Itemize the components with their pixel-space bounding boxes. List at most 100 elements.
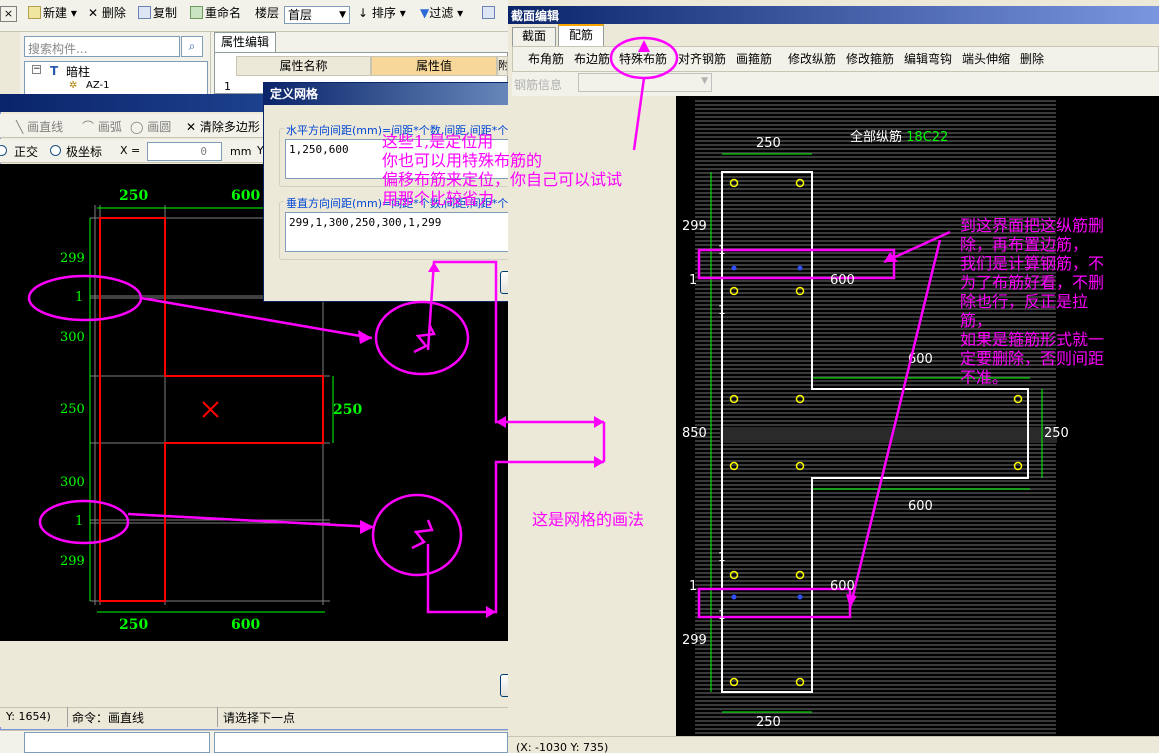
copy-button[interactable]: 复制 <box>138 4 177 22</box>
filter-icon: ▼ <box>420 6 430 20</box>
rename-icon <box>190 6 203 19</box>
tab-section[interactable]: 截面 <box>512 27 556 46</box>
left-dim-1-top: 1 <box>75 290 84 305</box>
annotation-positioning-note: 这些1,是定位用 你也可以用特殊布筋的 偏移布筋来定位，你自己可以试试 用那个比… <box>382 132 622 208</box>
copy-icon <box>138 6 151 19</box>
arc-icon: ⌒ <box>82 120 95 134</box>
floor-select[interactable]: 首层 ▼ <box>284 6 350 24</box>
copy-label: 复制 <box>153 6 178 20</box>
polar-label: 极坐标 <box>66 145 103 159</box>
edge-rebar-button[interactable]: 布边筋 <box>574 50 610 68</box>
status-sep1 <box>67 707 68 727</box>
property-name-header: 属性名称 <box>236 56 371 76</box>
delete-button[interactable]: ✕ 删除 <box>88 4 126 22</box>
component-icon: ✲ <box>69 80 78 91</box>
section-svg <box>695 100 1057 734</box>
tab-rebar[interactable]: 配筋 <box>558 24 604 46</box>
top-dim-250: 250 <box>119 188 149 204</box>
dim-600-d: 600 <box>830 579 855 594</box>
inner-one-3: 1 <box>718 550 726 564</box>
property-value-header: 属性值 <box>371 56 497 76</box>
section-left-dim-850: 850 <box>682 426 707 441</box>
bottom-dim-600: 600 <box>231 617 261 633</box>
new-label: 新建 <box>43 6 68 20</box>
draw-arc-label: 画弧 <box>97 120 122 134</box>
dim-600-a: 600 <box>830 273 855 288</box>
x-coord-input[interactable]: 0 <box>147 142 222 161</box>
tab-property-edit[interactable]: 属性编辑 <box>214 32 276 52</box>
draw-line-label: 画直线 <box>27 120 64 134</box>
section-left-dim-1-top: 1 <box>689 273 698 288</box>
property-extra-header: 附 <box>497 56 508 76</box>
delete-note-line-2: 除，再布置边筋， <box>960 235 1089 254</box>
delete-rebar-button[interactable]: 删除 <box>1020 50 1044 68</box>
corner-rebar-button[interactable]: 布角筋 <box>528 50 564 68</box>
inner-one-1: 1 <box>718 243 726 257</box>
tree-expand-icon[interactable]: − <box>32 65 41 74</box>
delete-note-line-7: 如果是箍筋形式就一 <box>960 330 1105 349</box>
chevron-down-icon: ▼ <box>701 76 708 86</box>
more-toolbar-icon[interactable] <box>482 4 497 22</box>
all-rebar-text: 全部纵筋 <box>850 130 903 145</box>
delete-note-line-1: 到这界面把这纵筋删 <box>960 216 1105 235</box>
delete-label: 删除 <box>101 6 126 20</box>
sort-button[interactable]: ↓ 排序 ▾ <box>358 4 406 22</box>
left-dim-1-bottom: 1 <box>75 514 84 529</box>
section-editor-titlebar <box>508 6 1159 24</box>
clear-polygon-button[interactable]: ✕ 清除多边形 <box>186 118 260 136</box>
edit-long-rebar-button[interactable]: 修改纵筋 <box>788 50 836 68</box>
delete-note-line-6: 筋， <box>960 311 993 330</box>
delete-note-line-8: 定要删除，否则间距 <box>960 349 1105 368</box>
filter-label: 过滤 <box>429 6 454 20</box>
left-dim-300-top: 300 <box>60 330 85 345</box>
polar-radio[interactable] <box>50 145 61 156</box>
floor-value: 首层 <box>288 8 313 22</box>
search-icon[interactable]: ⌕ <box>181 36 203 57</box>
left-dim-299-top: 299 <box>60 251 85 266</box>
draw-arc-button[interactable]: ⌒ 画弧 <box>82 118 122 136</box>
left-dim-299-bottom: 299 <box>60 554 85 569</box>
section-left-dim-299-top: 299 <box>682 219 707 234</box>
sort-label: 排序 <box>371 6 396 20</box>
annotation-line-3: 偏移布筋来定位，你自己可以试试 <box>382 170 623 189</box>
center-mark-icon <box>202 401 219 418</box>
property-row-number: 1 <box>224 80 231 93</box>
filter-button[interactable]: ▼过滤 ▾ <box>420 4 463 22</box>
end-stretch-button[interactable]: 端头伸缩 <box>962 50 1010 68</box>
ortho-label: 正交 <box>14 145 39 159</box>
tree-child-item[interactable]: AZ-1 <box>86 80 110 91</box>
dim-600-c: 600 <box>908 499 933 514</box>
new-icon <box>28 6 41 19</box>
rebar-spec-text: 18C22 <box>906 130 949 145</box>
delete-note-line-9: 不准。 <box>960 368 1009 387</box>
edit-stirrup-button[interactable]: 修改箍筋 <box>846 50 894 68</box>
delete-note-line-5: 除也行，反正是拉 <box>960 292 1089 311</box>
special-rebar-button[interactable]: 特殊布筋 <box>619 50 667 68</box>
circle-icon: ◯ <box>130 120 144 134</box>
floor-label: 楼层 <box>255 6 280 20</box>
rebar-info-label: 钢筋信息 <box>514 78 563 92</box>
lower-panel-divider-2 <box>214 732 508 753</box>
component-search-input[interactable]: 搜索构件... <box>24 36 180 57</box>
annotation-line-4: 用那个比较省力 <box>382 189 495 208</box>
bottom-dim-250: 250 <box>119 617 149 633</box>
draw-line-button[interactable]: ╲ 画直线 <box>16 118 63 136</box>
edit-hook-button[interactable]: 编辑弯钩 <box>904 50 952 68</box>
annotation-line-1: 这些1,是定位用 <box>382 132 494 151</box>
new-button[interactable]: 新建 ▾ <box>28 4 77 22</box>
lower-panel-divider <box>24 732 210 753</box>
align-rebar-button[interactable]: 对齐钢筋 <box>678 50 726 68</box>
section-top-dim: 250 <box>756 136 781 151</box>
status-prompt: 请选择下一点 <box>223 711 296 725</box>
tree-root-item[interactable]: 暗柱 <box>66 63 90 80</box>
draw-stirrup-button[interactable]: 画箍筋 <box>736 50 772 68</box>
draw-circle-label: 画圆 <box>147 120 172 134</box>
close-panel-button[interactable]: × <box>0 6 17 22</box>
draw-circle-button[interactable]: ◯ 画圆 <box>130 118 171 136</box>
delete-note-line-3: 我们是计算钢筋，不 <box>960 254 1105 273</box>
rebar-info-select[interactable]: ▼ <box>578 73 712 92</box>
section-left-dim-299-bottom: 299 <box>682 633 707 648</box>
all-rebar-label: 全部纵筋 18C22 <box>850 126 948 145</box>
dim-600-b: 600 <box>908 352 933 367</box>
rename-button[interactable]: 重命名 <box>190 4 241 22</box>
